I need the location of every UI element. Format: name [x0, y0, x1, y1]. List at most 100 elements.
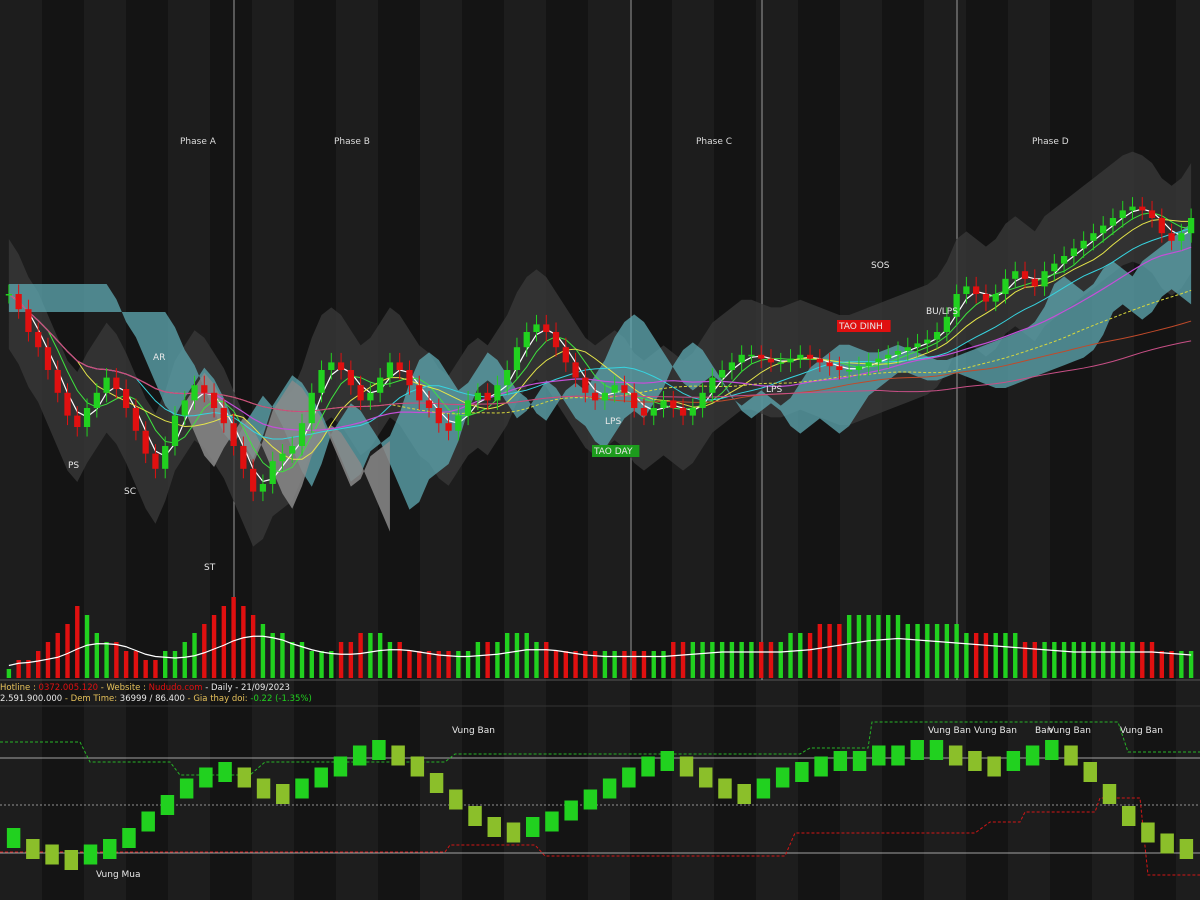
candle-body	[1168, 233, 1175, 241]
candle-body	[875, 358, 882, 363]
candle-body	[5, 294, 13, 296]
candle-body	[1051, 263, 1058, 272]
candle-body	[1139, 206, 1146, 211]
candle-body	[259, 484, 267, 492]
oscillator-bar	[564, 800, 578, 821]
candle-body	[543, 324, 550, 332]
oscillator-bar	[891, 745, 905, 766]
candle-body	[885, 354, 892, 359]
oscillator-bar	[237, 767, 252, 788]
price-annotation-6: LPS	[766, 385, 782, 395]
dem-time-value: 36999 / 86.400	[119, 694, 185, 704]
bg-stripe	[1176, 0, 1200, 900]
candle-body	[562, 347, 569, 363]
oscillator-bar	[160, 795, 175, 815]
price-annotation-2: AR	[153, 353, 165, 363]
candle-body	[738, 354, 745, 363]
candle-body	[337, 362, 345, 370]
oscillator-bar	[737, 784, 751, 804]
candle-body	[894, 351, 902, 355]
candle-body	[191, 385, 198, 401]
candle-body	[83, 408, 91, 427]
oscillator-bar	[641, 756, 655, 777]
candle-body	[425, 400, 433, 408]
phase-label-0: Phase A	[180, 137, 217, 147]
candle-body	[689, 408, 696, 416]
candle-body	[377, 377, 384, 393]
website-label: - Website :	[98, 683, 149, 693]
phase-label-3: Phase D	[1032, 137, 1069, 147]
candle-body	[210, 392, 218, 408]
price-annotation-9: BU/LPS	[926, 307, 958, 317]
candle-body	[1129, 206, 1136, 211]
candle-body	[54, 370, 61, 393]
oscillator-bar	[1006, 751, 1021, 771]
candle-body	[416, 385, 423, 401]
oscillator-bar	[968, 751, 982, 771]
candle-body	[621, 385, 628, 393]
oscillator-bar	[852, 751, 867, 771]
candle-body	[504, 370, 511, 386]
oscillator-bar	[64, 850, 79, 870]
candle-body	[406, 370, 413, 386]
candle-body	[787, 358, 794, 363]
oscillator-bar	[622, 767, 636, 788]
bg-stripe	[0, 0, 42, 900]
price-annotation-5: TAO DAY	[593, 447, 633, 457]
oscillator-bar	[1121, 806, 1136, 826]
oscillator-bar	[141, 811, 155, 832]
bg-stripe	[504, 0, 546, 900]
candle-body	[660, 400, 667, 408]
oscillator-bar	[256, 778, 271, 799]
candle-body	[992, 294, 999, 302]
candle-body	[123, 389, 130, 408]
bg-stripe	[1092, 0, 1134, 900]
candle-body	[494, 385, 501, 401]
oscillator-bar	[333, 756, 348, 777]
candle-body	[103, 377, 110, 393]
candle-body	[836, 366, 843, 370]
oscillator-bar	[506, 822, 521, 843]
oscillator-bar	[449, 789, 463, 810]
oscillator-bar	[1025, 745, 1040, 766]
osc-annotation-4: Vung Ban	[1048, 726, 1091, 736]
candle-body	[865, 362, 872, 367]
candle-body	[1041, 271, 1048, 287]
candle-body	[1109, 218, 1117, 226]
candle-body	[591, 392, 599, 401]
candle-body	[132, 408, 140, 431]
candle-body	[943, 316, 950, 332]
oscillator-bar	[583, 789, 598, 810]
price-annotation-0: PS	[68, 461, 79, 471]
oscillator-bar	[429, 773, 444, 793]
price-annotation-4: LPS	[605, 417, 621, 427]
chart-canvas[interactable]: Phase A Phase B Phase C Phase D PS SC AR ST LPS T…	[0, 0, 1200, 900]
candle-body	[464, 400, 472, 416]
oscillator-bar	[1064, 745, 1078, 766]
info-line-2: 2.591.900.000 - Dem Time: 36999 / 86.400…	[0, 694, 312, 704]
price-annotation-1: SC	[124, 487, 136, 497]
candle-body	[1021, 271, 1029, 279]
candle-body	[1100, 225, 1107, 234]
candle-body	[1187, 218, 1195, 234]
candle-body	[777, 362, 784, 364]
candle-body	[904, 347, 911, 351]
oscillator-bar	[295, 778, 309, 799]
oscillator-bar	[1179, 839, 1194, 859]
volume-value: 2.591.900.000	[0, 694, 63, 704]
candle-body	[748, 354, 755, 357]
candle-body	[396, 362, 403, 370]
candle-body	[533, 324, 540, 332]
oscillator-bar	[468, 806, 482, 826]
candle-body	[679, 408, 687, 416]
oscillator-bar	[218, 762, 232, 782]
oscillator-bar	[1045, 740, 1059, 760]
candle-body	[982, 294, 990, 302]
candle-body	[933, 332, 941, 340]
candle-body	[806, 354, 814, 359]
oscillator-bar	[314, 767, 328, 788]
candle-body	[279, 453, 286, 462]
phase-label-2: Phase C	[696, 137, 732, 147]
candle-body	[250, 468, 257, 492]
candle-body	[171, 415, 179, 446]
